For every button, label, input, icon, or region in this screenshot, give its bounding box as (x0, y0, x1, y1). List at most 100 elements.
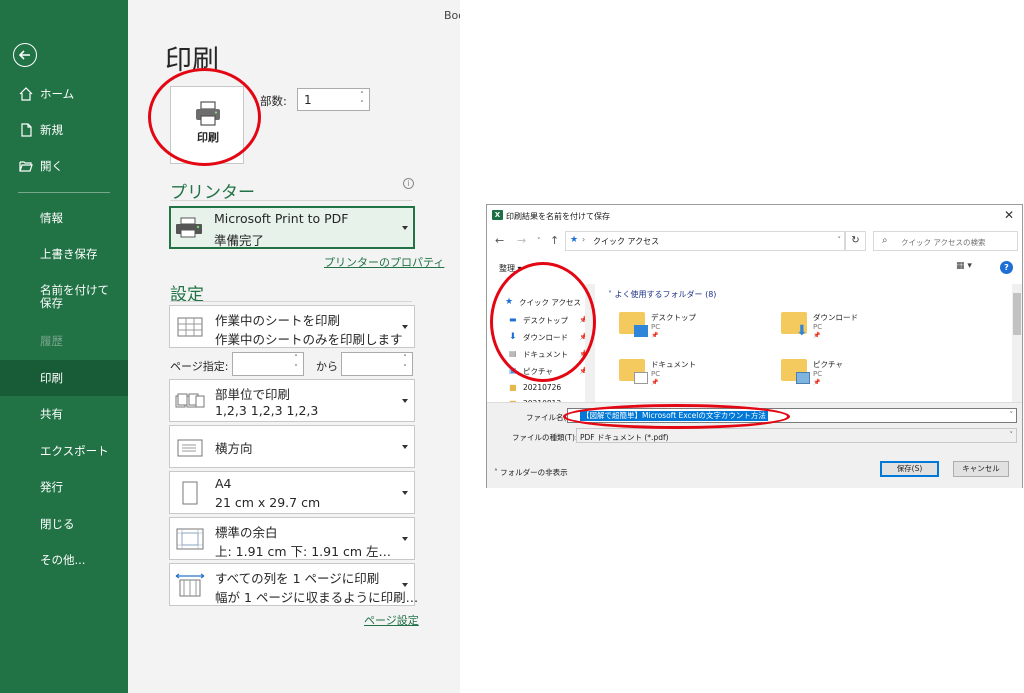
info-icon[interactable]: i (403, 178, 414, 189)
address-text: クイック アクセス (593, 237, 660, 246)
fit-columns-icon (175, 573, 205, 597)
sidebar-item-label: 開く (40, 159, 63, 173)
collate-dropdown[interactable]: 部単位で印刷 1,2,3 1,2,3 1,2,3 (169, 379, 415, 422)
filetype-dropdown[interactable]: PDF ドキュメント (*.pdf) ˅ (576, 428, 1017, 443)
sidebar-item-close[interactable]: 閉じる (0, 506, 128, 542)
highlight-circle (563, 404, 790, 429)
margins-value: 標準の余白 (215, 525, 278, 540)
sidebar-item-label: 新規 (40, 123, 63, 137)
chevron-down-icon: ˅ (1009, 431, 1014, 439)
sidebar-item-label: 発行 (40, 480, 63, 494)
hide-folders-label: フォルダーの非表示 (500, 468, 568, 477)
folder-location: PC (651, 370, 661, 378)
save-button[interactable]: 保存(S) (880, 461, 939, 477)
cancel-button[interactable]: キャンセル (953, 461, 1009, 477)
printer-icon (176, 217, 202, 238)
spin-up-icon[interactable]: ˄ (292, 354, 300, 362)
spin-up-icon[interactable]: ˄ (358, 91, 366, 99)
file-title: Boo (444, 9, 460, 22)
print-what-desc: 作業中のシートのみを印刷します (215, 332, 403, 347)
sidebar-item-save[interactable]: 上書き保存 (0, 236, 128, 272)
file-list: ˅ よく使用するフォルダー (8) デスクトップ PC 📌 ⬇ ダウンロード P… (600, 284, 1010, 402)
sidebar-item-label: 履歴 (40, 334, 63, 348)
scrollbar-thumb[interactable] (1013, 293, 1021, 335)
sidebar-item-share[interactable]: 共有 (0, 396, 128, 432)
collate-value: 部単位で印刷 (215, 387, 291, 402)
nav-item-folder[interactable]: ■ 20210726 (509, 383, 562, 392)
folder-name: デスクトップ (651, 313, 696, 322)
recent-locations-icon[interactable]: ˅ (537, 237, 541, 245)
orientation-dropdown[interactable]: 横方向 (169, 425, 415, 468)
margins-icon (176, 528, 204, 550)
scaling-dropdown[interactable]: すべての列を 1 ページに印刷 幅が 1 ページに収まるように印刷… (169, 563, 419, 606)
copies-label: 部数: (260, 94, 287, 108)
sidebar-item-info[interactable]: 情報 (0, 200, 128, 236)
printer-properties-link[interactable]: プリンターのプロパティ (324, 254, 444, 270)
star-icon: ★ (570, 235, 579, 245)
up-arrow-icon[interactable]: ↑ (550, 234, 559, 247)
chevron-down-icon[interactable]: ˅ (1010, 411, 1014, 419)
search-input[interactable]: ⌕ クイック アクセスの検索 (873, 231, 1018, 251)
view-options-icon[interactable]: ▦ ▾ (956, 261, 972, 271)
chevron-down-icon (402, 399, 408, 403)
chevron-down-icon (402, 226, 408, 230)
pages-from-input[interactable]: ˄ ˅ (232, 352, 304, 376)
margins-dropdown[interactable]: 標準の余白 上: 1.91 cm 下: 1.91 cm 左… (169, 517, 415, 560)
pages-to-input[interactable]: ˄ ˅ (341, 352, 413, 376)
search-placeholder: クイック アクセスの検索 (901, 238, 986, 247)
spin-down-icon[interactable]: ˅ (292, 364, 300, 372)
filetype-label: ファイルの種類(T): (512, 433, 578, 442)
pin-icon: 📌 (813, 332, 821, 339)
scaling-value: すべての列を 1 ページに印刷 (215, 571, 380, 586)
folder-icon (619, 359, 648, 384)
pin-icon: 📌 (813, 379, 821, 386)
address-bar[interactable]: ★ › クイック アクセス ˅ (565, 231, 845, 251)
sidebar-item-publish[interactable]: 発行 (0, 469, 128, 505)
sidebar-divider (18, 192, 110, 193)
spin-down-icon[interactable]: ˅ (401, 364, 409, 372)
folder-icon (781, 359, 810, 384)
collate-icon (175, 393, 205, 408)
sidebar-item-label: ホーム (40, 87, 75, 101)
sidebar-item-label: 名前を付けて保存 (40, 283, 109, 310)
copies-stepper[interactable]: 1 ˄ ˅ (297, 88, 370, 111)
orientation-value: 横方向 (215, 441, 253, 456)
back-arrow-icon[interactable] (13, 43, 37, 67)
open-folder-icon (19, 161, 33, 172)
sidebar-item-label: エクスポート (40, 444, 109, 458)
sidebar-item-export[interactable]: エクスポート (0, 433, 128, 469)
pages-label: ページ指定: (170, 360, 229, 373)
sidebar-item-label: 閉じる (40, 517, 75, 531)
backstage-sidebar: ホーム 新規 開く 情報 上書き保存 名前を付けて保存 履歴 印刷 共有 エクス… (0, 0, 128, 693)
spin-down-icon[interactable]: ˅ (358, 100, 366, 108)
printer-dropdown[interactable]: Microsoft Print to PDF 準備完了 (169, 206, 415, 249)
refresh-icon[interactable]: ↻ (845, 231, 866, 251)
sidebar-item-home[interactable]: ホーム (0, 76, 128, 112)
folder-location: PC (651, 323, 661, 331)
sidebar-item-print[interactable]: 印刷 (0, 360, 128, 396)
sidebar-item-open[interactable]: 開く (0, 148, 128, 184)
spin-up-icon[interactable]: ˄ (401, 354, 409, 362)
print-what-dropdown[interactable]: 作業中のシートを印刷 作業中のシートのみを印刷します (169, 305, 415, 348)
collate-desc: 1,2,3 1,2,3 1,2,3 (215, 403, 319, 418)
paper-size-dropdown[interactable]: A4 21 cm x 29.7 cm (169, 471, 415, 514)
sidebar-item-label: 情報 (40, 211, 63, 225)
close-icon[interactable]: ✕ (1004, 208, 1014, 222)
sidebar-item-new[interactable]: 新規 (0, 112, 128, 148)
nav-item-label: 20210726 (523, 383, 562, 392)
section-header[interactable]: ˅ よく使用するフォルダー (8) (608, 289, 716, 300)
sidebar-item-label: 印刷 (40, 371, 63, 385)
sidebar-item-more[interactable]: その他... (0, 542, 128, 578)
forward-arrow-icon[interactable]: → (517, 234, 526, 247)
scaling-desc: 幅が 1 ページに収まるように印刷… (215, 590, 419, 605)
hide-folders-toggle[interactable]: ˄ フォルダーの非表示 (494, 467, 568, 478)
chevron-down-icon[interactable]: ˅ (838, 236, 842, 244)
chevron-right-icon: › (582, 235, 586, 244)
page-setup-link[interactable]: ページ設定 (364, 612, 419, 628)
folder-name: ピクチャ (813, 360, 843, 369)
help-icon[interactable]: ? (1000, 261, 1013, 274)
sidebar-item-save-as[interactable]: 名前を付けて保存 (0, 278, 128, 318)
folder-icon: ⬇ (781, 312, 808, 338)
back-arrow-icon[interactable]: ← (495, 234, 504, 247)
paper-size-desc: 21 cm x 29.7 cm (215, 495, 321, 510)
